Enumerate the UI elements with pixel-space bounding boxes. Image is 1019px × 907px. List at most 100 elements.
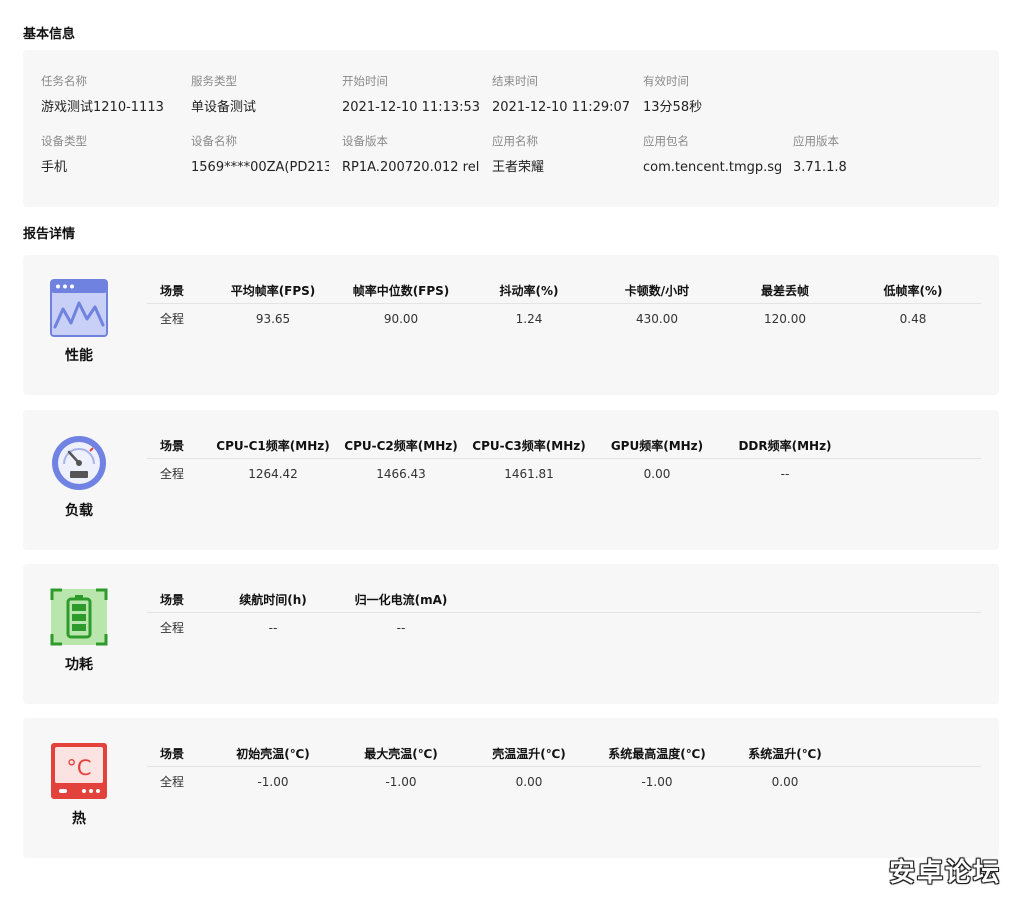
info-row-task: 任务名称 游戏测试1210-1113 服务类型 单设备测试 开始时间 2021-… [41, 72, 999, 122]
performance-card: 性能 场景 平均帧率(FPS) 帧率中位数(FPS) 抖动率(%) 卡顿数/小时… [23, 255, 999, 395]
performance-chart-icon [50, 279, 108, 337]
cell-shell-temp-rise: 0.00 [515, 775, 543, 789]
service-type-field: 服务类型 单设备测试 [191, 72, 329, 118]
battery-icon [50, 588, 108, 646]
end-time-field: 结束时间 2021-12-10 11:29:07 [492, 72, 630, 118]
cell-scene: 全程 [159, 775, 184, 789]
end-time-label: 结束时间 [492, 74, 538, 88]
performance-label: 性能 [65, 348, 93, 364]
cell-jitter-rate: 1.24 [515, 312, 543, 326]
cell-cpu-c3-freq: 1461.81 [504, 467, 554, 481]
header-scene: 场景 [159, 747, 184, 761]
header-initial-shell-temp: 初始壳温(℃) [236, 747, 310, 761]
device-version-value: RP1A.200720.012 relea [342, 160, 480, 175]
header-system-temp-rise: 系统温升(℃) [748, 747, 822, 761]
cell-worst-frame-drop: 120.00 [764, 312, 806, 326]
table-header-row: 场景 CPU-C1频率(MHz) CPU-C2频率(MHz) CPU-C3频率(… [147, 434, 981, 459]
device-type-value: 手机 [41, 160, 68, 175]
header-battery-life: 续航时间(h) [239, 593, 307, 607]
device-version-label: 设备版本 [342, 134, 388, 148]
cell-cpu-c2-freq: 1466.43 [376, 467, 426, 481]
table-row: 全程 93.65 90.00 1.24 430.00 120.00 0.48 [147, 304, 981, 334]
app-package-label: 应用包名 [643, 134, 689, 148]
power-label: 功耗 [65, 657, 93, 673]
cell-max-shell-temp: -1.00 [385, 775, 417, 789]
effective-time-value: 13分58秒 [643, 100, 703, 115]
table-row: 全程 -1.00 -1.00 0.00 -1.00 0.00 [147, 767, 981, 797]
info-row-device: 设备类型 手机 设备名称 1569****00ZA(PD2136 设备版本 RP… [41, 132, 999, 182]
performance-table: 场景 平均帧率(FPS) 帧率中位数(FPS) 抖动率(%) 卡顿数/小时 最差… [147, 279, 981, 334]
cell-avg-fps: 93.65 [255, 312, 291, 326]
header-low-fps-rate: 低帧率(%) [883, 284, 943, 298]
start-time-label: 开始时间 [342, 74, 388, 88]
report-details-title: 报告详情 [23, 227, 76, 242]
cell-normalized-current: -- [396, 621, 406, 635]
gauge-icon [50, 434, 108, 492]
thermometer-icon: °C [50, 742, 108, 800]
cell-system-temp-rise: 0.00 [771, 775, 799, 789]
heat-table: 场景 初始壳温(℃) 最大壳温(℃) 壳温温升(℃) 系统最高温度(℃) 系统温… [147, 742, 981, 797]
header-max-shell-temp: 最大壳温(℃) [364, 747, 438, 761]
header-cpu-c2-freq: CPU-C2频率(MHz) [344, 439, 458, 453]
app-name-label: 应用名称 [492, 134, 538, 148]
start-time-field: 开始时间 2021-12-10 11:13:53 [342, 72, 480, 118]
header-cpu-c3-freq: CPU-C3频率(MHz) [472, 439, 586, 453]
header-shell-temp-rise: 壳温温升(℃) [492, 747, 566, 761]
header-median-fps: 帧率中位数(FPS) [352, 284, 450, 298]
header-scene: 场景 [159, 593, 184, 607]
power-table: 场景 续航时间(h) 归一化电流(mA) 全程 -- -- [147, 588, 981, 643]
header-system-max-temp: 系统最高温度(℃) [608, 747, 706, 761]
task-name-value: 游戏测试1210-1113 [41, 100, 164, 115]
start-time-value: 2021-12-10 11:13:53 [342, 100, 480, 115]
load-label: 负载 [65, 503, 93, 519]
heat-label: 热 [72, 811, 86, 827]
cell-low-fps-rate: 0.48 [899, 312, 927, 326]
header-stutter-per-hour: 卡顿数/小时 [624, 284, 690, 298]
device-type-field: 设备类型 手机 [41, 132, 179, 178]
basic-info-panel: 任务名称 游戏测试1210-1113 服务类型 单设备测试 开始时间 2021-… [23, 50, 999, 207]
power-card: 功耗 场景 续航时间(h) 归一化电流(mA) 全程 -- -- [23, 564, 999, 704]
device-name-label: 设备名称 [191, 134, 237, 148]
cell-gpu-freq: 0.00 [643, 467, 671, 481]
heat-card: °C 热 场景 初始壳温(℃) 最大壳温(℃) 壳温温升(℃) 系统最高温度(℃… [23, 718, 999, 858]
basic-info-title: 基本信息 [23, 27, 76, 42]
celsius-unit-text: °C [66, 756, 91, 780]
effective-time-label: 有效时间 [643, 74, 689, 88]
table-row: 全程 1264.42 1466.43 1461.81 0.00 -- [147, 459, 981, 489]
cell-stutter-per-hour: 430.00 [636, 312, 678, 326]
cell-scene: 全程 [159, 621, 184, 635]
cell-cpu-c1-freq: 1264.42 [248, 467, 298, 481]
table-header-row: 场景 续航时间(h) 归一化电流(mA) [147, 588, 981, 613]
header-ddr-freq: DDR频率(MHz) [738, 439, 832, 453]
task-name-label: 任务名称 [41, 74, 87, 88]
device-version-field: 设备版本 RP1A.200720.012 relea [342, 132, 480, 178]
service-type-value: 单设备测试 [191, 100, 257, 115]
effective-time-field: 有效时间 13分58秒 [643, 72, 781, 118]
load-table: 场景 CPU-C1频率(MHz) CPU-C2频率(MHz) CPU-C3频率(… [147, 434, 981, 489]
cell-ddr-freq: -- [780, 467, 790, 481]
task-name-field: 任务名称 游戏测试1210-1113 [41, 72, 179, 118]
load-card: 负载 场景 CPU-C1频率(MHz) CPU-C2频率(MHz) CPU-C3… [23, 410, 999, 550]
end-time-value: 2021-12-10 11:29:07 [492, 100, 630, 115]
device-name-field: 设备名称 1569****00ZA(PD2136 [191, 132, 329, 178]
header-cpu-c1-freq: CPU-C1频率(MHz) [216, 439, 330, 453]
header-normalized-current: 归一化电流(mA) [354, 593, 448, 607]
service-type-label: 服务类型 [191, 74, 237, 88]
header-worst-frame-drop: 最差丢帧 [760, 284, 809, 298]
cell-scene: 全程 [159, 312, 184, 326]
table-header-row: 场景 平均帧率(FPS) 帧率中位数(FPS) 抖动率(%) 卡顿数/小时 最差… [147, 279, 981, 304]
app-version-label: 应用版本 [793, 134, 839, 148]
app-name-value: 王者荣耀 [492, 160, 545, 175]
header-avg-fps: 平均帧率(FPS) [230, 284, 316, 298]
cell-initial-shell-temp: -1.00 [257, 775, 289, 789]
device-name-value: 1569****00ZA(PD2136 [191, 160, 329, 175]
cell-scene: 全程 [159, 467, 184, 481]
cell-median-fps: 90.00 [383, 312, 419, 326]
forum-watermark: 安卓论坛 [888, 858, 1001, 888]
header-gpu-freq: GPU频率(MHz) [610, 439, 704, 453]
table-header-row: 场景 初始壳温(℃) 最大壳温(℃) 壳温温升(℃) 系统最高温度(℃) 系统温… [147, 742, 981, 767]
app-version-field: 应用版本 3.71.1.8 [793, 132, 931, 178]
cell-system-max-temp: -1.00 [641, 775, 673, 789]
header-scene: 场景 [159, 284, 184, 298]
app-version-value: 3.71.1.8 [793, 160, 847, 175]
